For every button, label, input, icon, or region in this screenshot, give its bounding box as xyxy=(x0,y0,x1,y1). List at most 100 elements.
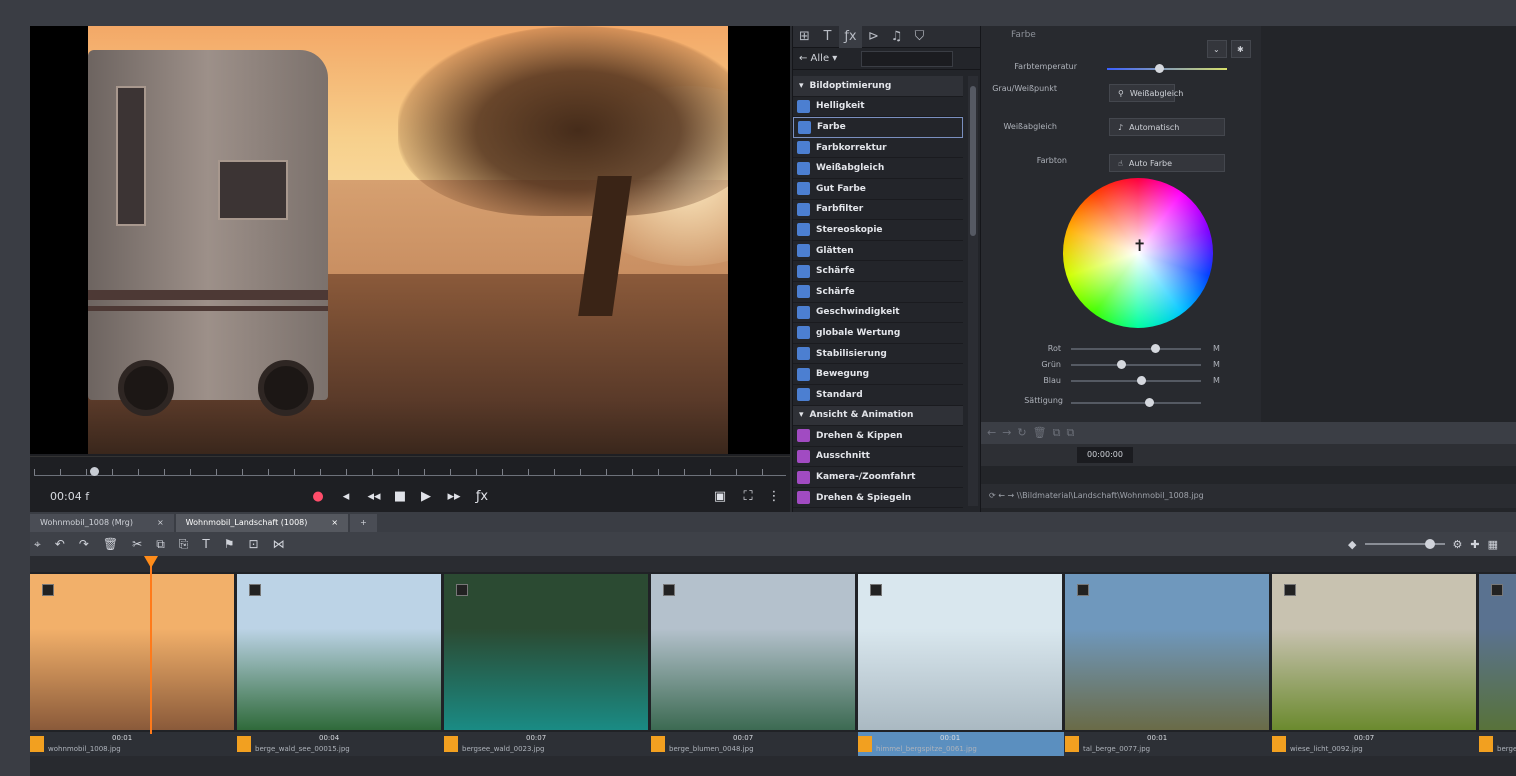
timeline-scrollbar[interactable] xyxy=(30,756,1516,776)
fast-forward-button[interactable]: ▸▸ xyxy=(444,487,464,507)
clip-thumbnail[interactable] xyxy=(858,574,1062,730)
zoom-slider[interactable] xyxy=(1364,539,1445,549)
mouse-mode-icon[interactable]: ⌖ xyxy=(34,537,41,552)
copy-icon[interactable]: ⧉ xyxy=(156,537,165,552)
cut-icon[interactable]: ✂ xyxy=(132,537,142,551)
clip-label[interactable]: 00:07 wiese_licht_0092.jpg xyxy=(1272,732,1478,756)
effect-item[interactable]: Bewegung xyxy=(793,364,963,385)
effect-item[interactable]: Drehen & Spiegeln xyxy=(793,488,963,509)
zoom-fit-icon[interactable]: ⚙ xyxy=(1453,538,1463,551)
effect-item[interactable]: Drehen & Kippen xyxy=(793,426,963,447)
zoom-out-icon[interactable]: ◆ xyxy=(1348,538,1356,551)
transition-marker[interactable] xyxy=(1065,736,1079,752)
tab-transitions[interactable]: ⊳ xyxy=(862,26,885,48)
effect-preview-button[interactable]: ƒx xyxy=(472,487,492,507)
screen-icon[interactable]: ▣ xyxy=(710,487,730,507)
effect-item[interactable]: Ausschnitt xyxy=(793,447,963,468)
effect-item[interactable]: Stabilisierung xyxy=(793,344,963,365)
close-icon[interactable]: × xyxy=(157,514,164,532)
color-temperature-slider[interactable] xyxy=(1107,64,1227,73)
transition-marker[interactable] xyxy=(237,736,251,752)
play-button[interactable]: ▶ xyxy=(416,487,436,507)
clip-label[interactable]: 00:01 himmel_bergspitze_0061.jpg xyxy=(858,732,1064,756)
undo-icon[interactable]: ↶ xyxy=(55,537,65,551)
clip-label[interactable]: 00:01 wohnmobil_1008.jpg xyxy=(30,732,236,756)
effects-scrollbar[interactable] xyxy=(968,76,978,506)
effect-item[interactable]: Farbkorrektur xyxy=(793,138,963,159)
color-wheel[interactable]: ✝ xyxy=(1063,178,1213,328)
rewind-button[interactable]: ◂◂ xyxy=(364,487,384,507)
tab-project-2[interactable]: Wohnmobil_Landschaft (1008) × xyxy=(175,514,349,532)
clip-label[interactable]: 00:07 bergsee_wald_0023.jpg xyxy=(444,732,650,756)
effects-category[interactable]: ▾ Bildoptimierung xyxy=(793,76,963,97)
record-button[interactable]: ● xyxy=(308,487,328,507)
effect-item[interactable]: Farbfilter xyxy=(793,200,963,221)
zoom-knob[interactable] xyxy=(1424,539,1435,549)
slider-knob[interactable] xyxy=(1117,360,1126,369)
timeline-ruler[interactable] xyxy=(30,556,1516,572)
clip-thumbnail[interactable] xyxy=(1479,574,1516,730)
red-slider[interactable] xyxy=(1071,344,1201,353)
tab-titles[interactable]: T xyxy=(816,26,839,48)
slider-knob[interactable] xyxy=(1145,398,1154,407)
effect-item[interactable]: Schärfe xyxy=(793,261,963,282)
effect-item[interactable]: Glätten xyxy=(793,241,963,262)
preview-timeline-ruler[interactable] xyxy=(30,456,790,480)
transition-marker[interactable] xyxy=(30,736,44,752)
more-menu-icon[interactable]: ⋮ xyxy=(764,487,784,507)
clip-checkbox[interactable] xyxy=(663,584,675,596)
tab-audio[interactable]: ♫ xyxy=(885,26,908,48)
settings-button[interactable]: ✱ xyxy=(1231,40,1251,58)
saturation-slider[interactable] xyxy=(1071,398,1201,407)
position-slider-knob[interactable] xyxy=(90,467,99,476)
effect-item[interactable]: globale Wertung xyxy=(793,323,963,344)
close-icon[interactable]: × xyxy=(331,514,338,532)
expand-icon[interactable]: ▾ xyxy=(799,81,804,91)
clip-checkbox[interactable] xyxy=(1077,584,1089,596)
clip-checkbox[interactable] xyxy=(1491,584,1503,596)
slider-knob[interactable] xyxy=(1155,64,1164,73)
fullscreen-icon[interactable]: ⛶ xyxy=(738,487,758,507)
effects-search-input[interactable] xyxy=(861,50,954,67)
effect-item[interactable]: Stereoskopie xyxy=(793,220,963,241)
transition-marker[interactable] xyxy=(1272,736,1286,752)
clip-thumbnail[interactable] xyxy=(444,574,648,730)
clip-thumbnail[interactable] xyxy=(30,574,234,730)
clip-label[interactable]: 00:01 tal_berge_0077.jpg xyxy=(1065,732,1271,756)
slider-knob[interactable] xyxy=(1137,376,1146,385)
blue-slider[interactable] xyxy=(1071,376,1201,385)
clip-checkbox[interactable] xyxy=(870,584,882,596)
transition-marker[interactable] xyxy=(1479,736,1493,752)
clip-thumbnail[interactable] xyxy=(237,574,441,730)
slider-knob[interactable] xyxy=(1151,344,1160,353)
stop-button[interactable]: ■ xyxy=(390,487,410,507)
clip-thumbnail[interactable] xyxy=(651,574,855,730)
redo-icon[interactable]: ↷ xyxy=(79,537,89,551)
playhead[interactable] xyxy=(150,556,152,734)
split-icon[interactable]: ⋈ xyxy=(273,537,285,551)
dropdown-button[interactable]: ⌄ xyxy=(1207,40,1227,58)
effect-item[interactable]: Farbe xyxy=(793,117,963,138)
video-preview[interactable] xyxy=(30,26,790,454)
clip-label[interactable]: 00:04 berge_wald_see_00015.jpg xyxy=(237,732,443,756)
transition-marker[interactable] xyxy=(651,736,665,752)
view-icon[interactable]: ▦ xyxy=(1488,538,1498,551)
clip-thumbnail[interactable] xyxy=(1065,574,1269,730)
clip-checkbox[interactable] xyxy=(1284,584,1296,596)
title-icon[interactable]: T xyxy=(202,537,209,551)
effect-item[interactable]: Standard xyxy=(793,385,963,406)
clip-checkbox[interactable] xyxy=(42,584,54,596)
add-tab-button[interactable]: + xyxy=(350,514,377,532)
effects-category[interactable]: ▾ Ansicht & Animation xyxy=(793,405,963,427)
previous-marker-button[interactable]: ◂ xyxy=(336,487,356,507)
effect-item[interactable]: Helligkeit xyxy=(793,97,963,118)
tab-store[interactable]: ⛉ xyxy=(908,26,931,48)
zoom-in-icon[interactable]: ✚ xyxy=(1470,538,1479,551)
fit-icon[interactable]: ⊡ xyxy=(248,537,258,551)
transition-marker[interactable] xyxy=(444,736,458,752)
clip-label[interactable]: 00:01berge_0100.jpg xyxy=(1479,732,1516,756)
tab-media[interactable]: ⊞ xyxy=(793,26,816,48)
playhead-handle[interactable] xyxy=(144,556,158,568)
auto-white-balance-button[interactable]: ♪ Automatisch xyxy=(1109,118,1225,136)
tab-effects[interactable]: ƒx xyxy=(839,26,862,48)
